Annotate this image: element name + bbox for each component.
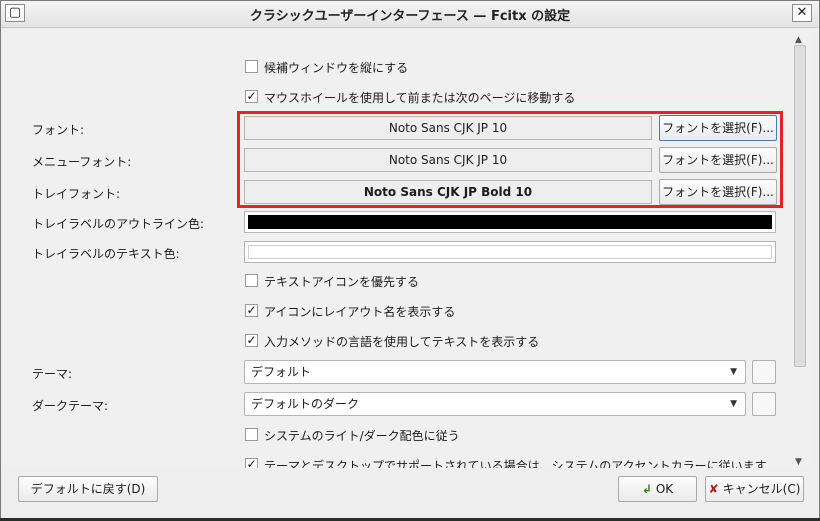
settings-scroll-area[interactable]: 候補ウィンドウを縦にする ✓ マウスホイールを使用して前または次のページに移動す… [5,32,812,468]
cancel-label: キャンセル(C) [722,482,801,496]
accent-color-label: テーマとデスクトップでサポートされている場合は、システムのアクセントカラーに従い… [264,459,767,468]
select-font-button[interactable]: フォントを選択(F)... [659,115,777,141]
show-lang-text-label: 入力メソッドの言語を使用してテキストを表示する [264,335,540,349]
ok-label: OK [655,482,674,496]
wheel-paging-label: マウスホイールを使用して前または次のページに移動する [264,91,576,105]
restore-defaults-button[interactable]: デフォルトに戻す(D) [18,476,158,502]
settings-dialog: ▢ クラシックユーザーインターフェース — Fcitx の設定 ✕ 候補ウィンド… [0,0,820,518]
scroll-up-icon[interactable]: ▲ [795,35,802,45]
tray-font-label: トレイフォント: [32,187,121,201]
tray-text-color-swatch [248,245,772,259]
window-title: クラシックユーザーインターフェース — Fcitx の設定 [249,9,571,24]
vertical-candidates-label: 候補ウィンドウを縦にする [264,61,409,75]
accent-color-checkbox[interactable]: ✓ [245,458,258,468]
vertical-scrollbar[interactable]: ▲ ▼ [792,35,808,467]
font-value: Noto Sans CJK JP 10 [244,116,652,140]
tray-outline-color-swatch [248,215,772,229]
dark-theme-select[interactable]: デフォルトのダーク ▼ [244,392,746,416]
tray-font-value: Noto Sans CJK JP Bold 10 [244,180,652,204]
select-menu-font-button[interactable]: フォントを選択(F)... [659,147,777,173]
dialog-footer: デフォルトに戻す(D) ↲ OK ✘ キャンセル(C) [1,468,819,518]
select-tray-font-button[interactable]: フォントを選択(F)... [659,179,777,205]
close-icon[interactable]: ✕ [792,4,812,22]
tray-outline-color-label: トレイラベルのアウトライン色: [32,217,205,231]
show-layout-name-label: アイコンにレイアウト名を表示する [264,305,456,319]
chevron-down-icon: ▼ [730,399,737,409]
show-layout-name-checkbox[interactable]: ✓ [245,304,258,317]
dark-theme-config-button[interactable] [752,392,776,416]
prefer-text-icon-checkbox[interactable] [245,274,258,287]
scrollbar-thumb[interactable] [794,45,806,367]
cancel-icon: ✘ [708,482,719,496]
theme-select-value: デフォルト [251,365,312,379]
menu-font-label: メニューフォント: [32,155,132,169]
menu-font-value: Noto Sans CJK JP 10 [244,148,652,172]
prefer-text-icon-label: テキストアイコンを優先する [264,275,420,289]
ok-icon: ↲ [641,482,652,496]
cancel-button[interactable]: ✘ キャンセル(C) [705,476,804,502]
dark-theme-select-value: デフォルトのダーク [251,397,360,411]
tray-text-color-button[interactable] [244,241,776,263]
font-label: フォント: [32,123,85,137]
follow-system-dark-checkbox[interactable] [245,428,258,441]
theme-select[interactable]: デフォルト ▼ [244,360,746,384]
theme-config-button[interactable] [752,360,776,384]
show-lang-text-checkbox[interactable]: ✓ [245,334,258,347]
ok-button[interactable]: ↲ OK [618,476,697,502]
scroll-down-icon[interactable]: ▼ [795,457,802,467]
dark-theme-label: ダークテーマ: [32,399,109,413]
tray-outline-color-button[interactable] [244,211,776,233]
wheel-paging-checkbox[interactable]: ✓ [245,90,258,103]
theme-label: テーマ: [32,367,73,381]
follow-system-dark-label: システムのライト/ダーク配色に従う [264,429,460,443]
chevron-down-icon: ▼ [730,367,737,377]
tray-text-color-label: トレイラベルのテキスト色: [32,247,180,261]
title-bar: ▢ クラシックユーザーインターフェース — Fcitx の設定 ✕ [1,1,819,28]
vertical-candidates-checkbox[interactable] [245,60,258,73]
